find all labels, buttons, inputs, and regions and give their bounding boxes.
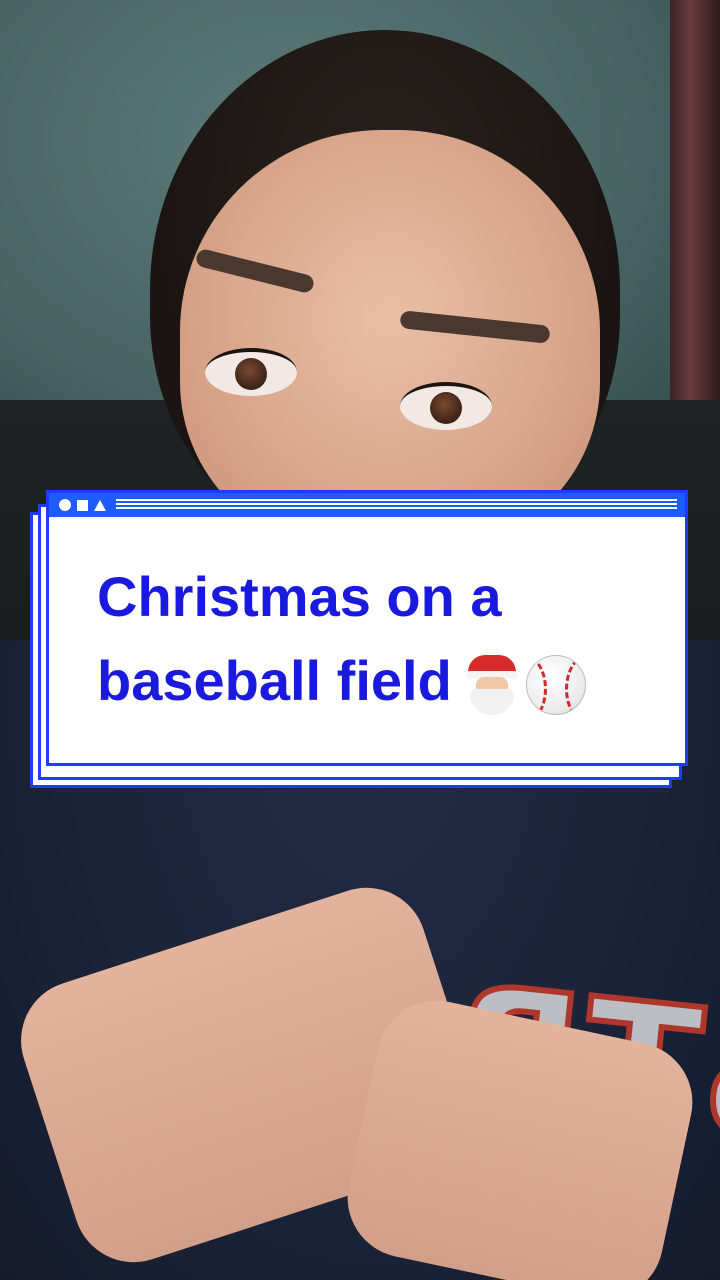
- window-controls: [49, 499, 106, 511]
- right-eye: [400, 382, 492, 430]
- square-icon: [77, 499, 88, 511]
- caption-line-1: Christmas on a: [97, 565, 502, 628]
- caption-line-2: baseball field: [97, 649, 452, 712]
- circle-icon: [59, 499, 71, 511]
- titlebar-stripes: [116, 499, 677, 511]
- triangle-icon: [94, 499, 106, 511]
- background-curtain: [670, 0, 720, 420]
- caption-text: Christmas on a baseball field: [97, 555, 667, 723]
- left-eye: [205, 348, 297, 396]
- caption-card: Christmas on a baseball field: [46, 490, 688, 766]
- left-iris: [235, 358, 267, 390]
- caption-card-titlebar: [49, 493, 685, 517]
- caption-card-stack: Christmas on a baseball field: [30, 490, 692, 790]
- santa-claus-icon: [464, 655, 520, 716]
- video-frame: ASTROS Christmas on a baseball field: [0, 0, 720, 1280]
- baseball-icon: [525, 655, 586, 716]
- right-iris: [430, 392, 462, 424]
